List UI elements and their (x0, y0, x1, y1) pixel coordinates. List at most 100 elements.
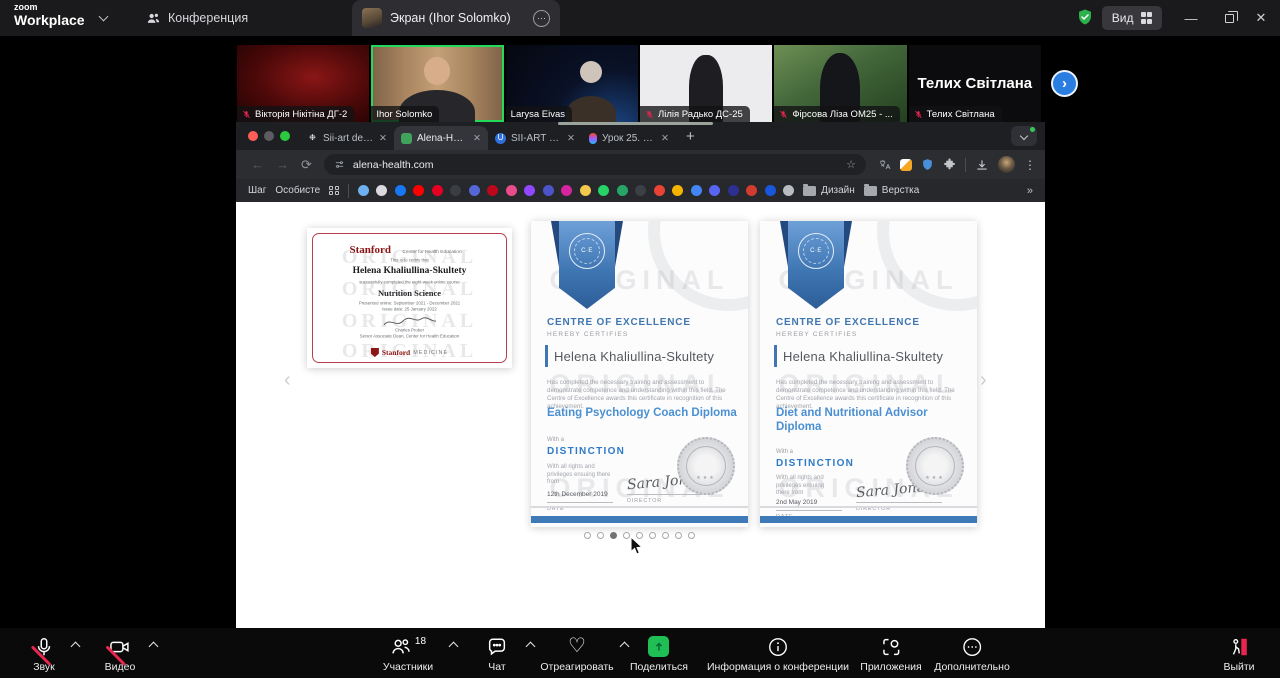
close-button[interactable]: ✕ (1246, 0, 1276, 36)
bookmark-favicon[interactable] (672, 185, 683, 196)
zoom-traffic-light[interactable] (280, 131, 290, 141)
audio-button[interactable]: Звук (33, 636, 55, 673)
site-info-icon[interactable] (334, 159, 345, 170)
meeting-info-button[interactable]: Информация о конференции (707, 636, 849, 673)
tab-close-icon[interactable]: ✕ (379, 133, 387, 144)
carousel-dot[interactable] (675, 532, 682, 539)
tab-close-icon[interactable]: ✕ (567, 133, 575, 144)
bookmark-star-icon[interactable]: ☆ (846, 158, 856, 171)
react-button[interactable]: ♡ Отреагировать (540, 636, 613, 673)
tab-screen-share[interactable]: Экран (Ihor Solomko) ⋯ (352, 0, 560, 36)
carousel-dot[interactable] (623, 532, 630, 539)
bookmark-favicon[interactable] (487, 185, 498, 196)
reload-icon[interactable]: ⟳ (301, 158, 312, 171)
download-icon[interactable] (975, 158, 989, 172)
bookmark-favicon[interactable] (469, 185, 480, 196)
translate-icon[interactable] (878, 158, 891, 171)
bookmark-favicon[interactable] (413, 185, 424, 196)
bookmark-favicon[interactable] (617, 185, 628, 196)
profile-avatar[interactable] (998, 156, 1015, 173)
tab-conference[interactable]: Конференция (146, 0, 248, 36)
workspace-dropdown-icon[interactable] (99, 12, 109, 22)
video-options-chevron[interactable] (149, 642, 159, 652)
bookmarks-overflow-icon[interactable]: » (1027, 185, 1033, 197)
video-button[interactable]: Видео (105, 636, 136, 673)
address-bar[interactable]: alena-health.com ☆ (324, 154, 866, 175)
bookmark-item[interactable]: Шаг (248, 185, 266, 196)
participants-button[interactable]: 18 Участники (383, 636, 433, 673)
adblock-shield-icon[interactable] (921, 158, 934, 171)
apps-grid-icon[interactable] (329, 186, 339, 196)
bookmark-favicon[interactable] (691, 185, 702, 196)
close-traffic-light[interactable] (248, 131, 258, 141)
browser-tab-active[interactable]: Alena-Health ✕ (394, 126, 488, 150)
bookmark-folder-design[interactable]: Дизайн (803, 185, 855, 196)
bookmark-favicon[interactable] (506, 185, 517, 196)
audio-options-chevron[interactable] (71, 642, 81, 652)
bookmark-favicon[interactable] (376, 185, 387, 196)
back-icon[interactable]: ← (251, 158, 264, 171)
security-shield-icon[interactable] (1076, 8, 1094, 31)
apps-button[interactable]: Приложения (860, 636, 921, 673)
bookmark-favicon[interactable] (746, 185, 757, 196)
tab-close-icon[interactable]: ✕ (473, 133, 481, 144)
video-tile[interactable]: Вікторія Нікітіна ДГ-2 (237, 45, 369, 122)
bookmark-folder-layout[interactable]: Верстка (864, 185, 920, 196)
certificate-coe-eating-psychology[interactable]: ORIGINAL ORIGINAL ORIGINAL C·E CENTRE OF… (531, 221, 748, 527)
carousel-dot[interactable] (597, 532, 604, 539)
bookmark-favicon[interactable] (358, 185, 369, 196)
browser-menu-icon[interactable]: ⋮ (1024, 158, 1036, 172)
minimize-button[interactable]: — (1176, 0, 1206, 36)
chat-button[interactable]: Чат (486, 636, 508, 673)
react-options-chevron[interactable] (620, 642, 630, 652)
view-button[interactable]: Вид (1102, 6, 1162, 30)
leave-button[interactable]: Выйти (1223, 636, 1254, 673)
video-tile[interactable]: Лілія Радько ДС-25 (640, 45, 772, 122)
extensions-puzzle-icon[interactable] (943, 158, 956, 171)
bookmark-favicon[interactable] (432, 185, 443, 196)
bookmark-favicon[interactable] (580, 185, 591, 196)
bookmark-favicon[interactable] (450, 185, 461, 196)
video-tile-no-camera[interactable]: Телих Світлана Телих Світлана (909, 45, 1041, 122)
carousel-dot[interactable] (649, 532, 656, 539)
bookmark-favicon[interactable] (561, 185, 572, 196)
participants-options-chevron[interactable] (449, 642, 459, 652)
next-participants-button[interactable]: › (1051, 70, 1078, 97)
carousel-prev-button[interactable]: ‹ (284, 370, 291, 390)
tab-search-button[interactable] (1011, 126, 1037, 146)
certificate-stanford[interactable]: ORIGINAL ORIGINAL ORIGINAL ORIGINAL Stan… (307, 228, 512, 368)
video-tile[interactable]: Фірсова Ліза ОМ25 - ... (774, 45, 906, 122)
carousel-dot[interactable] (662, 532, 669, 539)
bookmark-favicon[interactable] (765, 185, 776, 196)
carousel-dot[interactable] (688, 532, 695, 539)
minimize-traffic-light[interactable] (264, 131, 274, 141)
carousel-dot[interactable] (610, 532, 617, 539)
extension-icon-orange[interactable] (900, 159, 912, 171)
bookmark-favicon[interactable] (524, 185, 535, 196)
tab-close-icon[interactable]: ✕ (661, 133, 669, 144)
video-tile-active-speaker[interactable]: Ihor Solomko (371, 45, 503, 122)
carousel-dot[interactable] (584, 532, 591, 539)
bookmark-favicon[interactable] (635, 185, 646, 196)
forward-icon[interactable]: → (276, 158, 289, 171)
bookmark-favicon[interactable] (598, 185, 609, 196)
bookmark-item[interactable]: Особисте (275, 185, 320, 196)
bookmark-favicon[interactable] (395, 185, 406, 196)
browser-tab[interactable]: ❉ Sii-art design ✕ (300, 126, 394, 150)
bookmark-favicon[interactable] (654, 185, 665, 196)
tab-options-icon[interactable]: ⋯ (533, 10, 550, 27)
chat-options-chevron[interactable] (526, 642, 536, 652)
new-tab-button[interactable]: + (686, 128, 695, 145)
certificate-coe-diet-nutrition[interactable]: ORIGINAL ORIGINAL ORIGINAL C·E CENTRE OF… (760, 221, 977, 527)
bookmark-favicon[interactable] (709, 185, 720, 196)
bookmark-favicon[interactable] (783, 185, 794, 196)
bookmark-favicon[interactable] (728, 185, 739, 196)
restore-button[interactable] (1214, 0, 1244, 36)
browser-tab[interactable]: U SII-ART school ✕ (488, 126, 582, 150)
browser-tab[interactable]: Урок 25. Портфоліо-презен ✕ (582, 126, 676, 150)
bookmark-favicon[interactable] (543, 185, 554, 196)
video-tile[interactable]: Larysa Eivas (506, 45, 638, 122)
more-button[interactable]: Дополнительно (934, 636, 1010, 673)
carousel-next-button[interactable]: › (980, 370, 987, 390)
share-button[interactable]: Поделиться (630, 636, 688, 673)
